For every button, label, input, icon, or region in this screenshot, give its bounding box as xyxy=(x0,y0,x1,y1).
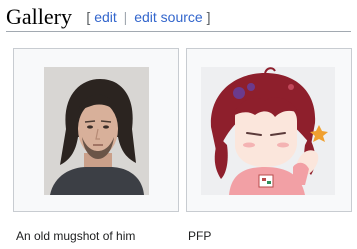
edit-link[interactable]: edit xyxy=(94,9,117,25)
gallery-item-mugshot xyxy=(13,48,179,212)
gallery-caption-pfp: PFP xyxy=(188,229,212,243)
edit-source-link[interactable]: edit source xyxy=(134,9,202,25)
section-heading: Gallery [ edit | edit source ] xyxy=(6,2,351,32)
gallery-caption-mugshot: An old mugshot of him xyxy=(16,229,136,243)
bracket-open: [ xyxy=(86,9,91,25)
gallery-item-pfp xyxy=(186,48,352,212)
edit-section-links: [ edit | edit source ] xyxy=(86,2,210,32)
bracket-close: ] xyxy=(206,9,211,25)
pfp-image[interactable] xyxy=(201,67,335,195)
link-separator: | xyxy=(123,9,128,25)
mugshot-image[interactable] xyxy=(44,67,149,195)
section-title: Gallery xyxy=(6,4,72,29)
